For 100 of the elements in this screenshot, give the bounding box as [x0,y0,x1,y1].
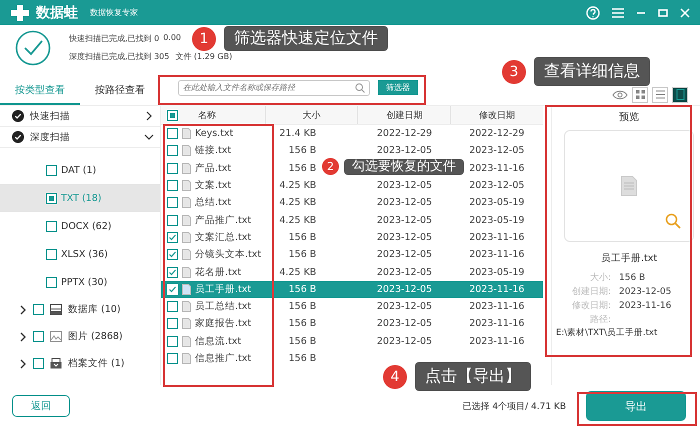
file-icon [182,318,191,330]
field-label: 修改日期: [570,300,611,313]
checkbox[interactable] [167,336,178,347]
file-name[interactable]: 总结.txt [195,196,232,210]
file-icon [182,232,191,243]
scan-group[interactable]: 深度扫描 [0,127,160,148]
field-value: 2023-12-05 [619,286,672,299]
help-icon[interactable] [586,6,600,20]
table-cell: 2023-12-05 [376,180,432,192]
table-cell: 2023-11-16 [469,284,524,295]
file-name[interactable]: 花名册.txt [195,266,242,279]
table-cell: 156 B [288,301,316,312]
table-cell: 2023-11-16 [469,318,524,330]
file-name[interactable]: 家庭报告.txt [195,317,252,330]
category-item[interactable]: 数据库 (10) [0,296,160,323]
field-label: 路径: [588,314,611,327]
file-name[interactable]: 信息推广.txt [195,352,252,365]
table-cell: 2023-11-16 [469,162,524,174]
table-cell: 156 B [288,232,316,243]
column-header[interactable]: 大小 [264,106,358,124]
detail-view-button[interactable] [672,86,688,102]
table-cell: 2023-12-05 [376,336,432,347]
checkbox[interactable] [33,358,44,369]
selection-summary: 已选择 4个项目/ 4.71 KB [462,400,566,412]
checkbox[interactable] [33,304,44,315]
table-cell: 2023-12-05 [376,232,432,243]
checkbox[interactable] [167,301,178,312]
view-tab[interactable]: 按类型查看 [0,83,80,105]
search-field[interactable]: 在此处输入文件名称或保存路径 [178,80,370,96]
file-icon [182,249,191,260]
file-type-item[interactable]: XLSX (36) [0,240,160,268]
menu-icon[interactable] [612,8,624,18]
checkbox[interactable] [46,192,57,204]
file-name[interactable]: 文案.txt [195,179,232,192]
table-cell: 4.25 KB [279,266,316,278]
checkbox[interactable] [33,331,44,342]
checkbox[interactable] [46,248,57,260]
chevron-right-icon [144,111,154,121]
file-type-item[interactable]: DAT (1) [0,156,160,184]
chevron-right-icon [20,358,27,368]
column-header[interactable]: 修改日期 [450,106,543,124]
table-cell: 156 B [288,318,316,330]
file-name[interactable]: 信息流.txt [195,334,242,348]
field-label: 大小: [588,272,611,285]
checkbox[interactable] [46,164,57,176]
file-name[interactable]: 分镜头文本.txt [195,248,262,262]
field-value: 156 B [619,272,646,285]
file-type-item[interactable]: PPTX (30) [0,268,160,296]
table-cell: 156 B [288,162,316,174]
table-cell: 21.4 KB [279,128,316,140]
column-header[interactable]: 名称 [198,108,216,122]
view-tab[interactable]: 按路径查看 [80,83,160,105]
check-circle-icon [12,110,24,122]
panel-icon [676,89,684,100]
table-cell: 2023-12-05 [376,197,432,208]
table-cell: 156 B [288,249,316,260]
eye-icon[interactable] [612,90,628,100]
file-type-item[interactable]: DOCX (62) [0,212,160,240]
table-cell: 2023-12-05 [376,145,432,156]
maximize-icon[interactable] [658,8,668,18]
file-name[interactable]: 员工总结.txt [195,300,252,314]
document-icon [621,176,637,196]
scan-group[interactable]: 快速扫描 [0,106,160,127]
column-header[interactable]: 创建日期 [357,106,450,124]
checkbox[interactable] [167,249,178,260]
checkbox[interactable] [167,162,178,174]
table-cell: 2023-05-19 [469,266,524,278]
category-item[interactable]: 图片 (2868) [0,323,160,350]
table-cell: 2023-12-05 [376,249,432,260]
checkbox[interactable] [46,276,57,288]
checkbox[interactable] [167,214,178,226]
close-icon[interactable] [680,8,690,18]
table-cell: 2022-12-29 [376,128,432,140]
checkbox[interactable] [167,197,178,208]
file-name[interactable]: 文案汇总.txt [195,230,252,244]
chevron-right-icon [20,304,27,314]
file-name[interactable]: 产品.txt [195,162,232,175]
checkbox[interactable] [167,128,178,140]
hint-tooltip: 点击【导出】 [415,362,531,391]
grid-view-button[interactable] [632,86,648,102]
search-icon [355,82,365,92]
checkbox[interactable] [167,266,178,278]
file-name[interactable]: Keys.txt [195,128,234,140]
file-name[interactable]: 链接.txt [195,144,232,158]
step-number-tooltip: 1 [192,26,216,50]
zoom-icon[interactable] [665,213,681,229]
checkbox[interactable] [167,180,178,192]
step-number-tooltip: 3 [502,60,526,84]
file-icon [182,266,191,278]
field-label: 创建日期: [570,286,611,299]
checkbox[interactable] [46,220,57,232]
category-item[interactable]: 档案文件 (1) [0,350,160,377]
checkbox[interactable] [167,110,178,120]
checkbox[interactable] [167,318,178,330]
checkbox[interactable] [167,232,178,243]
table-cell: 156 B [288,284,316,295]
file-name[interactable]: 产品推广.txt [195,214,252,227]
checkbox[interactable] [167,353,178,364]
step-number-tooltip: 4 [383,364,407,388]
checkbox[interactable] [167,145,178,156]
